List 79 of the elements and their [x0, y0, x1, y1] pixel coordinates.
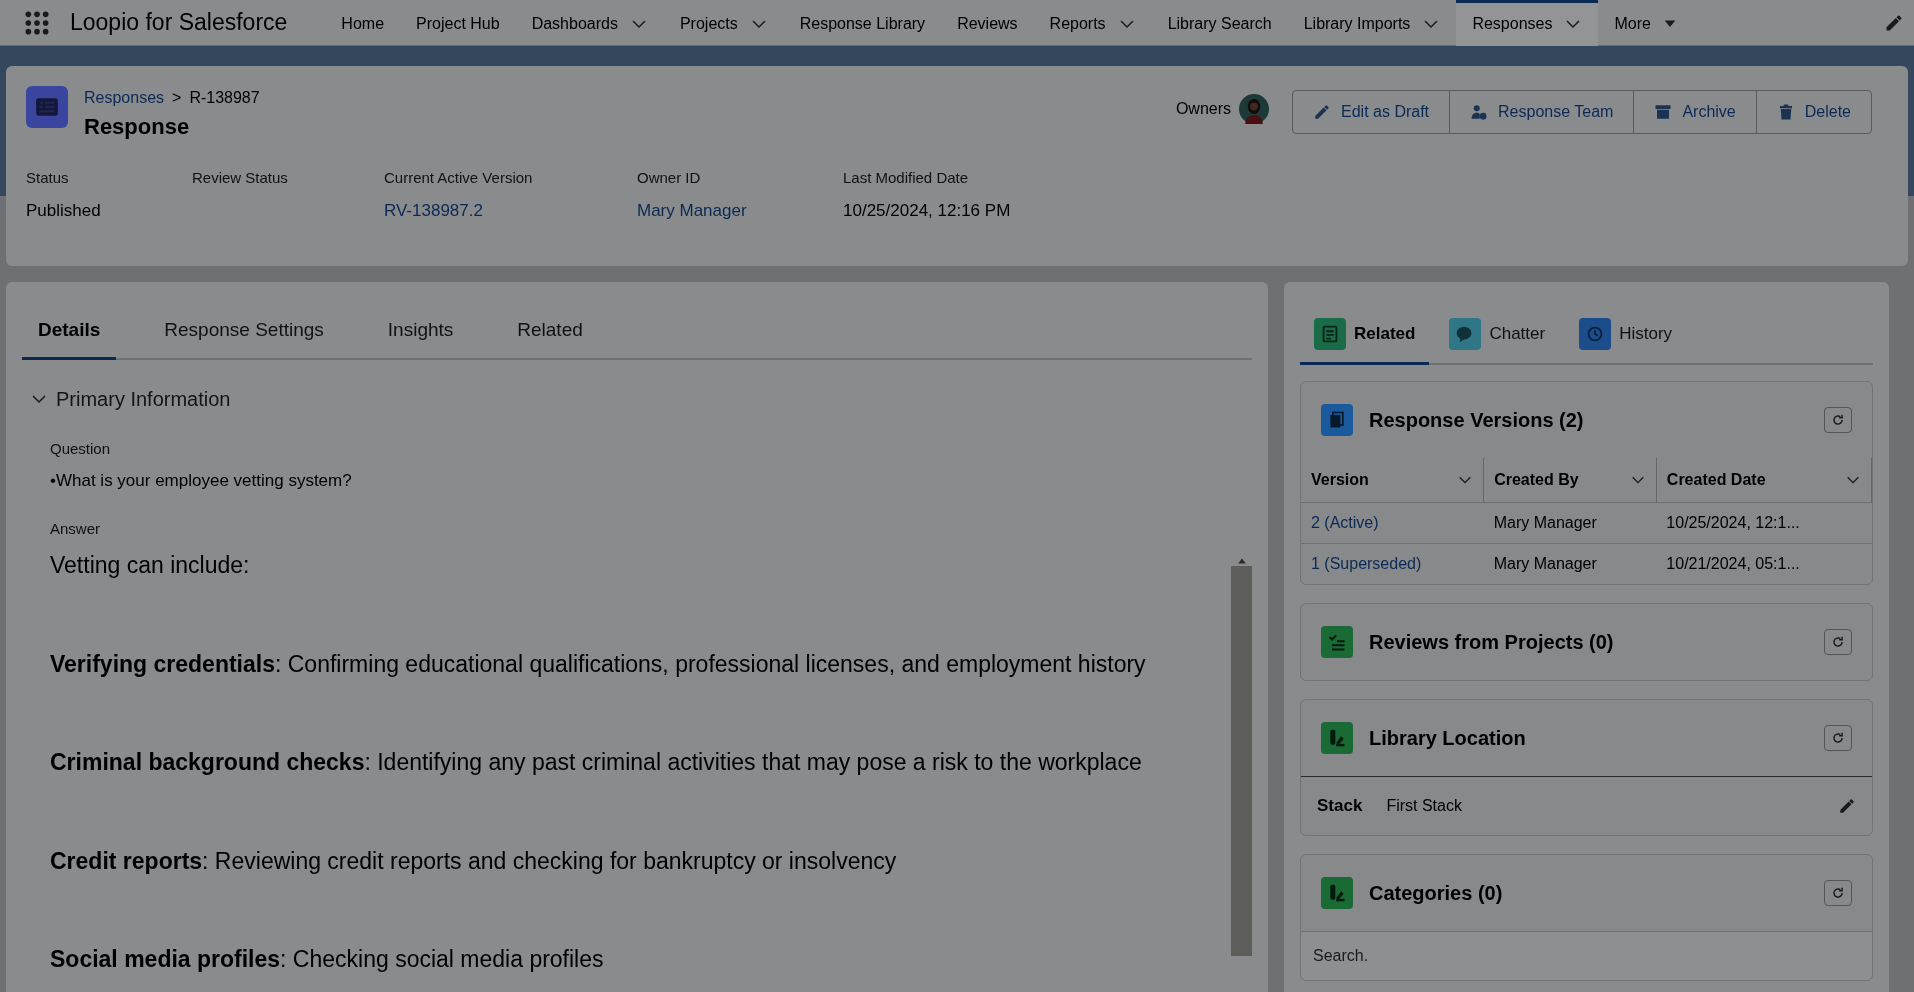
field-value: 10/25/2024, 12:16 PM: [843, 200, 1011, 220]
field-link[interactable]: RV-138987.2: [384, 200, 483, 220]
person-icon: [1470, 103, 1489, 121]
refresh-button[interactable]: [1824, 629, 1852, 655]
card-title: Response Versions (2): [1369, 408, 1584, 433]
edit-pencil-icon[interactable]: [1838, 796, 1856, 815]
nav-item[interactable]: Project Hub: [400, 0, 516, 46]
answer-paragraph: Credit reports: Reviewing credit reports and checking for bankruptcy or insolvency: [50, 846, 898, 876]
question-text: •What is your employee vetting system?: [50, 470, 353, 492]
action-button[interactable]: Edit as Draft: [1292, 90, 1451, 134]
answer-paragraph: Criminal background checks: Identifying any past criminal activities that may pose a risk to the workplace: [50, 748, 1143, 777]
nav-item[interactable]: Reviews: [941, 0, 1034, 46]
field-label: Question: [50, 438, 112, 459]
record-title: Response: [84, 113, 191, 141]
field-label: Answer: [50, 518, 102, 539]
answer-paragraph: Verifying credentials: Confirming educational qualifications, professional licenses, and employment history: [50, 649, 1147, 679]
action-button[interactable]: Response Team: [1449, 90, 1635, 134]
field-label: Current Active Version: [384, 168, 534, 188]
app-name: Loopio for Salesforce: [70, 8, 288, 38]
nav-item[interactable]: Responses: [1456, 0, 1599, 46]
action-button[interactable]: Delete: [1755, 90, 1872, 134]
version-link[interactable]: 1 (Superseded): [1311, 555, 1422, 572]
nav-item[interactable]: Home: [325, 0, 401, 46]
nav-item[interactable]: More: [1598, 0, 1693, 46]
search-field[interactable]: Search.: [1301, 930, 1872, 980]
archive-box-icon: [1654, 103, 1673, 121]
field-value: Published: [26, 200, 101, 220]
field-label: Stack: [1317, 795, 1363, 817]
card-title: Categories (0): [1369, 880, 1503, 906]
refresh-icon: [1831, 885, 1845, 900]
tab[interactable]: Response Settings: [148, 306, 340, 360]
pencil-icon: [1313, 103, 1332, 121]
tab[interactable]: History: [1565, 310, 1687, 365]
card-title: Reviews from Projects (0): [1369, 630, 1614, 655]
tab[interactable]: Chatter: [1435, 310, 1560, 365]
breadcrumb-current: R-138987: [189, 88, 260, 108]
edit-pencil-icon[interactable]: [1884, 12, 1904, 33]
column-header[interactable]: Version: [1301, 458, 1484, 503]
field-value: First Stack: [1386, 795, 1462, 816]
app-launcher-icon[interactable]: [24, 9, 50, 36]
nav-item[interactable]: Dashboards: [515, 0, 664, 46]
scrollbar[interactable]: [1231, 566, 1252, 956]
refresh-button[interactable]: [1824, 407, 1852, 433]
tab[interactable]: Related: [501, 306, 599, 360]
answer-text: Vetting can include:: [50, 551, 251, 580]
tab[interactable]: Related: [1300, 310, 1430, 365]
nav-item[interactable]: Library Search: [1151, 0, 1288, 46]
refresh-icon: [1831, 413, 1845, 427]
refresh-button[interactable]: [1824, 879, 1852, 906]
record-icon: [26, 86, 68, 128]
field-label: Owner ID: [637, 168, 702, 188]
tab[interactable]: Details: [22, 306, 117, 360]
field-label: Last Modified Date: [843, 168, 970, 188]
field-label: Status: [26, 168, 70, 188]
table-cell: Mary Manager: [1483, 543, 1657, 584]
table-cell: Mary Manager: [1483, 502, 1657, 544]
refresh-icon: [1831, 731, 1845, 745]
avatar-icon: [1239, 94, 1270, 124]
card-title: Library Location: [1369, 726, 1526, 751]
refresh-button[interactable]: [1824, 725, 1852, 751]
nav-item[interactable]: Library Imports: [1287, 0, 1457, 46]
tab[interactable]: Insights: [371, 306, 470, 360]
answer-paragraph: Social media profiles: Checking social media profiles: [50, 945, 605, 974]
column-header[interactable]: Created By: [1483, 458, 1657, 503]
version-link[interactable]: 2 (Active): [1311, 514, 1379, 531]
section-toggle[interactable]: Primary Information: [30, 383, 231, 414]
nav-item[interactable]: Projects: [663, 0, 784, 46]
field-link[interactable]: Mary Manager: [637, 200, 747, 220]
owners-label: Owners: [1175, 99, 1232, 119]
nav-item[interactable]: Reports: [1033, 0, 1152, 46]
action-button[interactable]: Archive: [1633, 90, 1757, 134]
breadcrumb-link[interactable]: Responses: [84, 86, 165, 110]
table-cell: 10/25/2024, 12:1...: [1656, 502, 1872, 544]
nav-item[interactable]: Response Library: [783, 0, 942, 46]
breadcrumb-separator: >: [172, 88, 182, 108]
field-label: Review Status: [192, 168, 289, 188]
column-header[interactable]: Created Date: [1656, 458, 1872, 503]
table-cell: 10/21/2024, 05:1...: [1656, 543, 1872, 584]
refresh-icon: [1831, 635, 1845, 649]
